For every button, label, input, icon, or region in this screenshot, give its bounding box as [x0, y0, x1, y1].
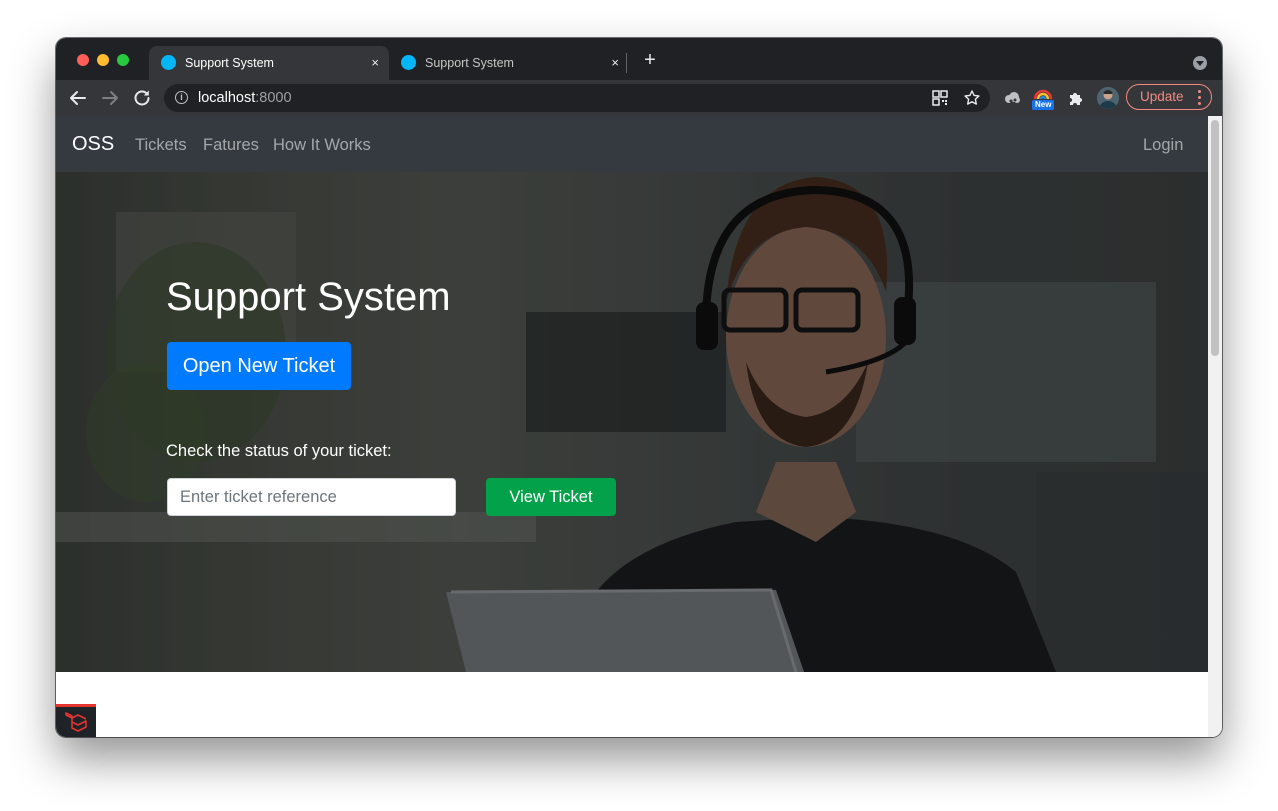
tab-search-icon[interactable] — [1193, 56, 1207, 70]
brand-logo[interactable]: OSS — [72, 134, 114, 154]
url-port: :8000 — [255, 90, 292, 106]
menu-icon[interactable] — [1198, 90, 1201, 105]
scrollbar-thumb[interactable] — [1211, 120, 1219, 356]
nav-link-login[interactable]: Login — [1143, 136, 1183, 154]
tab-support-system[interactable]: Support System × — [389, 46, 629, 80]
page-viewport: OSS Tickets Fatures How It Works Login S… — [56, 116, 1208, 737]
url-host: localhost — [198, 90, 256, 106]
zoom-window-button[interactable] — [117, 54, 129, 66]
tab-close-icon[interactable]: × — [611, 55, 619, 71]
tab-title: Support System — [425, 56, 514, 70]
update-label: Update — [1140, 89, 1184, 104]
back-icon[interactable] — [64, 80, 92, 116]
page-scrollbar[interactable] — [1208, 116, 1222, 737]
laravel-debugbar-badge[interactable] — [56, 704, 96, 737]
cloud-extension-icon[interactable] — [1002, 88, 1022, 108]
nav-link-tickets[interactable]: Tickets — [135, 136, 187, 154]
qr-code-icon[interactable] — [931, 89, 949, 107]
address-bar[interactable]: i localhost:8000 — [164, 84, 990, 112]
reload-icon[interactable] — [128, 80, 156, 116]
tab-close-icon[interactable]: × — [371, 55, 379, 71]
url-text[interactable]: localhost:8000 — [198, 90, 292, 106]
nav-link-how-it-works[interactable]: How It Works — [273, 136, 371, 154]
puzzle-icon[interactable] — [1066, 88, 1086, 108]
browser-toolbar: i localhost:8000 New Update — [56, 80, 1222, 116]
open-new-ticket-button[interactable]: Open New Ticket — [167, 342, 351, 390]
tab-strip: Support System × Support System × + — [56, 38, 1222, 80]
tab-title: Support System — [185, 56, 274, 70]
ticket-status-label: Check the status of your ticket: — [166, 442, 392, 460]
minimize-window-button[interactable] — [97, 54, 109, 66]
tab-separator — [626, 53, 627, 73]
info-icon[interactable]: i — [175, 91, 188, 104]
hero-background-image — [56, 172, 1208, 672]
view-ticket-button[interactable]: View Ticket — [486, 478, 616, 516]
site-favicon-icon — [161, 55, 176, 70]
close-window-button[interactable] — [77, 54, 89, 66]
site-favicon-icon — [401, 55, 416, 70]
nav-link-fatures[interactable]: Fatures — [203, 136, 259, 154]
laravel-logo-icon — [65, 712, 87, 732]
avatar[interactable] — [1097, 87, 1119, 109]
new-badge: New — [1032, 100, 1055, 110]
forward-icon[interactable] — [96, 80, 124, 116]
tab-support-system-active[interactable]: Support System × — [149, 46, 389, 80]
hero-title: Support System — [166, 275, 451, 319]
browser-window: Support System × Support System × + i lo… — [56, 38, 1222, 737]
star-icon[interactable] — [963, 89, 981, 107]
ticket-reference-input[interactable] — [167, 478, 456, 516]
site-navbar: OSS Tickets Fatures How It Works Login — [56, 116, 1208, 172]
new-tab-button[interactable]: + — [639, 49, 661, 71]
update-button[interactable]: Update — [1126, 84, 1212, 110]
hero-section: Support System Open New Ticket Check the… — [56, 172, 1208, 672]
